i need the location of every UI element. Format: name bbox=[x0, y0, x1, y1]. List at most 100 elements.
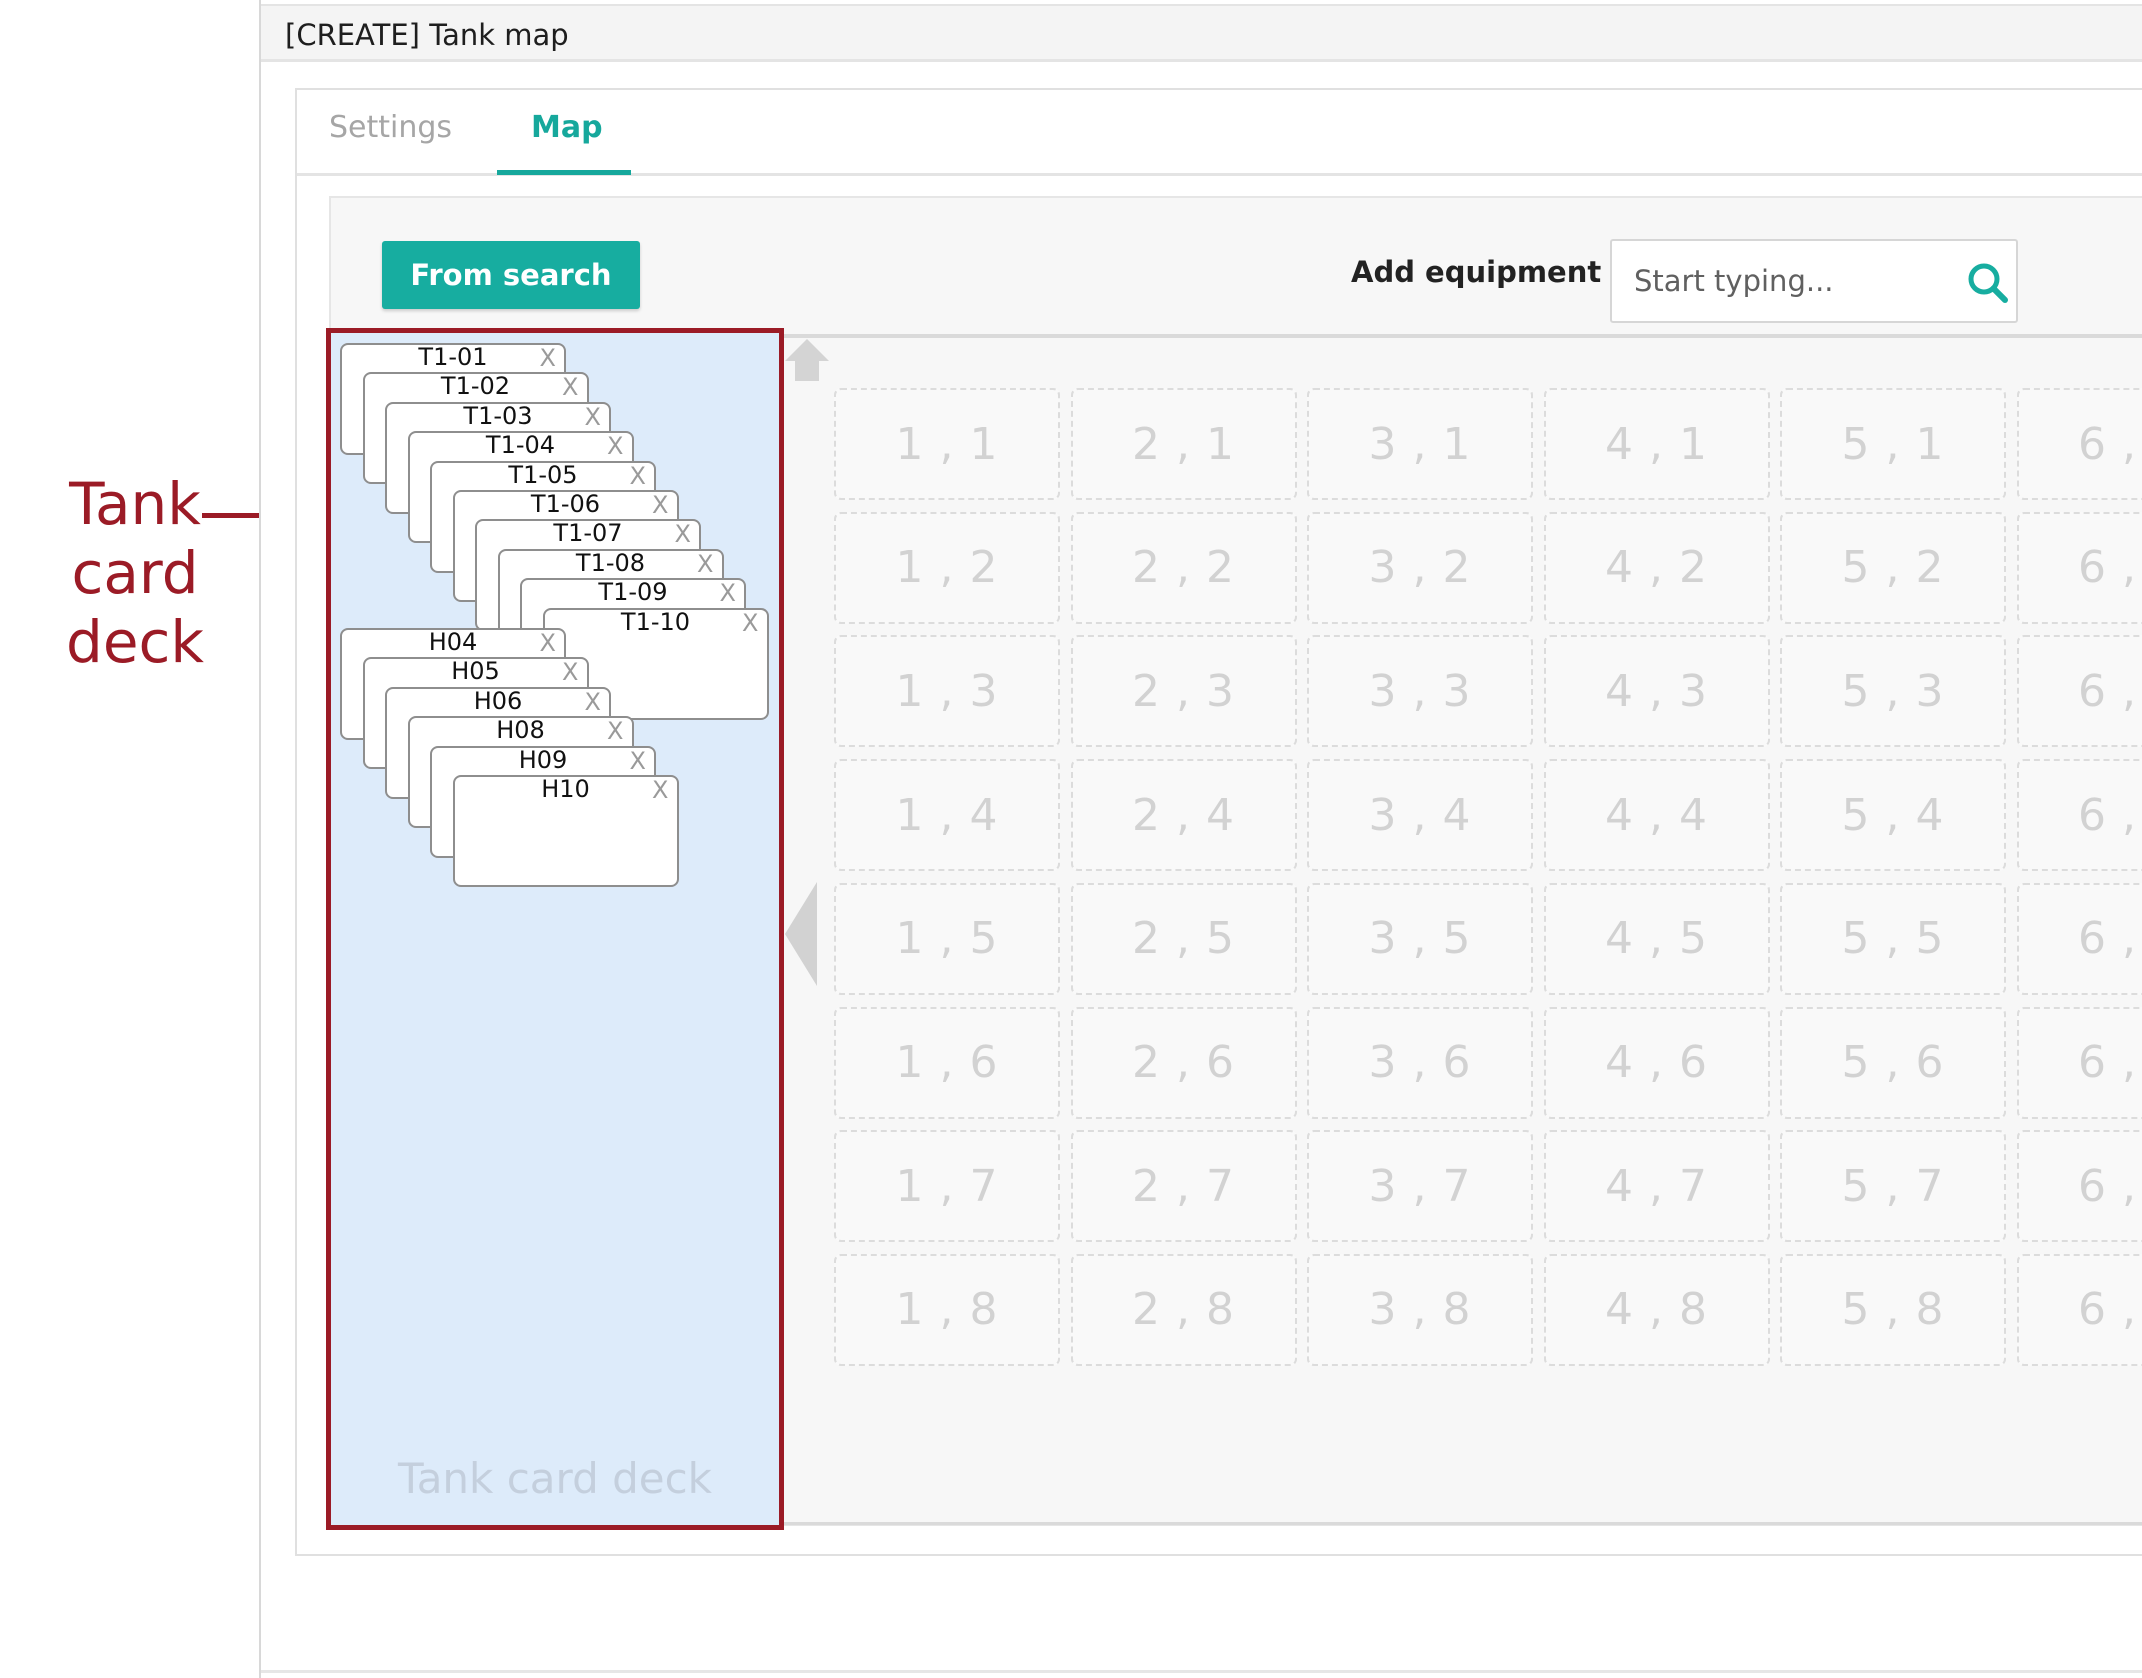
map-slot[interactable]: 4 , 3 bbox=[1543, 635, 1770, 748]
remove-card-icon[interactable]: X bbox=[742, 609, 758, 637]
map-slot[interactable]: 2 , 8 bbox=[1070, 1253, 1297, 1366]
map-slot[interactable]: 4 , 4 bbox=[1543, 759, 1770, 872]
remove-card-icon[interactable]: X bbox=[630, 747, 646, 775]
tank-card-name: T1-07 bbox=[553, 519, 623, 548]
map-slot[interactable]: 1 , 4 bbox=[834, 759, 1060, 872]
tank-card-name: H05 bbox=[451, 657, 500, 686]
map-slot[interactable]: 3 , 6 bbox=[1307, 1006, 1533, 1119]
remove-card-icon[interactable]: X bbox=[630, 462, 646, 490]
map-slot[interactable]: 5 , 7 bbox=[1780, 1130, 2006, 1243]
map-slot[interactable]: 1 , 1 bbox=[834, 388, 1060, 500]
from-search-button[interactable]: From search bbox=[382, 241, 640, 309]
tank-card-deck[interactable]: Tank card deck T1-01 X T1-02 X T1-03 X T1-04 X T… bbox=[326, 328, 784, 1530]
map-slot[interactable]: 4 , 1 bbox=[1543, 388, 1770, 500]
map-slot[interactable]: 4 , 7 bbox=[1543, 1130, 1770, 1243]
map-slot[interactable]: 1 , 2 bbox=[834, 511, 1060, 624]
remove-card-icon[interactable]: X bbox=[540, 344, 556, 372]
annotation-line-1: Tank bbox=[69, 470, 201, 538]
map-slot[interactable]: 1 , 7 bbox=[834, 1130, 1060, 1243]
remove-card-icon[interactable]: X bbox=[652, 776, 668, 804]
map-slot[interactable]: 6 , 1 bbox=[2016, 388, 2142, 500]
map-slot[interactable]: 6 , 4 bbox=[2016, 759, 2142, 872]
map-slot[interactable]: 4 , 6 bbox=[1543, 1006, 1770, 1119]
map-slot[interactable]: 6 , 8 bbox=[2016, 1253, 2142, 1366]
remove-card-icon[interactable]: X bbox=[652, 491, 668, 519]
tank-card-deck-label: Tank card deck bbox=[397, 1454, 712, 1503]
map-slot[interactable]: 5 , 2 bbox=[1780, 511, 2006, 624]
map-slot[interactable]: 2 , 3 bbox=[1070, 635, 1297, 748]
map-slot[interactable]: 2 , 2 bbox=[1070, 511, 1297, 624]
collapse-deck-arrow-icon[interactable] bbox=[783, 880, 819, 988]
map-slot[interactable]: 5 , 1 bbox=[1780, 388, 2006, 500]
remove-card-icon[interactable]: X bbox=[697, 550, 713, 578]
map-slot[interactable]: 6 , 7 bbox=[2016, 1130, 2142, 1243]
map-slot[interactable]: 2 , 1 bbox=[1070, 388, 1297, 500]
tab-bar: Settings Map bbox=[297, 90, 2142, 176]
tank-card-name: T1-03 bbox=[463, 401, 533, 430]
add-equipment-search bbox=[1610, 239, 2018, 323]
tab-settings[interactable]: Settings bbox=[329, 110, 452, 145]
tank-map-grid: 1 , 12 , 13 , 14 , 15 , 16 , 1 1 , 22 , 2… bbox=[834, 388, 2142, 1388]
map-slot[interactable]: 4 , 5 bbox=[1543, 882, 1770, 995]
map-slot[interactable]: 3 , 2 bbox=[1307, 511, 1533, 624]
tank-card-name: H10 bbox=[541, 775, 590, 803]
remove-card-icon[interactable]: X bbox=[540, 629, 556, 657]
active-tab-indicator bbox=[497, 170, 631, 175]
map-slot[interactable]: 5 , 6 bbox=[1780, 1006, 2006, 1119]
tank-card[interactable]: H10 X bbox=[452, 775, 679, 887]
remove-card-icon[interactable]: X bbox=[585, 688, 601, 716]
tank-card-name: T1-01 bbox=[418, 343, 488, 371]
map-slot[interactable]: 3 , 1 bbox=[1307, 388, 1533, 500]
add-equipment-input[interactable] bbox=[1612, 241, 1952, 321]
map-slot[interactable]: 6 , 2 bbox=[2016, 511, 2142, 624]
tank-card-name: T1-02 bbox=[440, 372, 511, 401]
map-slot[interactable]: 6 , 5 bbox=[2016, 882, 2142, 995]
search-icon[interactable] bbox=[1966, 261, 2010, 305]
map-slot[interactable]: 5 , 5 bbox=[1780, 882, 2006, 995]
map-slot[interactable]: 1 , 6 bbox=[834, 1006, 1060, 1119]
tank-card-name: T1-09 bbox=[598, 578, 668, 607]
map-slot[interactable]: 4 , 8 bbox=[1543, 1253, 1770, 1366]
annotation-label: Tank card deck bbox=[40, 470, 230, 677]
window-title: [CREATE] Tank map bbox=[285, 18, 569, 52]
map-slot[interactable]: 6 , 3 bbox=[2016, 635, 2142, 748]
remove-card-icon[interactable]: X bbox=[562, 373, 578, 401]
map-slot[interactable]: 6 , 6 bbox=[2016, 1006, 2142, 1119]
map-slot[interactable]: 5 , 4 bbox=[1780, 759, 2006, 872]
remove-card-icon[interactable]: X bbox=[585, 403, 601, 431]
tank-card-name: H09 bbox=[518, 745, 568, 774]
map-slot[interactable]: 2 , 5 bbox=[1070, 882, 1297, 995]
map-slot[interactable]: 5 , 3 bbox=[1780, 635, 2006, 748]
tank-card-name: H08 bbox=[496, 716, 545, 745]
map-slot[interactable]: 1 , 3 bbox=[834, 635, 1060, 748]
tank-card-name: T1-10 bbox=[620, 607, 691, 636]
remove-card-icon[interactable]: X bbox=[607, 717, 623, 745]
home-icon[interactable] bbox=[783, 335, 831, 385]
map-slot[interactable]: 3 , 4 bbox=[1307, 759, 1533, 872]
map-slot[interactable]: 1 , 5 bbox=[834, 882, 1060, 995]
window-titlebar: [CREATE] Tank map bbox=[261, 4, 2142, 62]
map-slot[interactable]: 2 , 7 bbox=[1070, 1130, 1297, 1243]
map-slot[interactable]: 5 , 8 bbox=[1780, 1253, 2006, 1366]
map-slot[interactable]: 3 , 5 bbox=[1307, 882, 1533, 995]
tank-card-name: H04 bbox=[428, 628, 478, 656]
tank-card-name: T1-04 bbox=[485, 431, 556, 460]
remove-card-icon[interactable]: X bbox=[562, 658, 578, 686]
map-slot[interactable]: 2 , 6 bbox=[1070, 1006, 1297, 1119]
map-slot[interactable]: 1 , 8 bbox=[834, 1253, 1060, 1366]
window-bottom-border bbox=[261, 1670, 2142, 1673]
map-slot[interactable]: 3 , 7 bbox=[1307, 1130, 1533, 1243]
remove-card-icon[interactable]: X bbox=[675, 520, 691, 548]
add-equipment-label: Add equipment bbox=[1351, 255, 1602, 289]
tab-map[interactable]: Map bbox=[531, 110, 603, 145]
map-slot[interactable]: 2 , 4 bbox=[1070, 759, 1297, 872]
tank-card-name: T1-08 bbox=[575, 548, 646, 577]
remove-card-icon[interactable]: X bbox=[720, 579, 736, 607]
tank-card-name: T1-06 bbox=[530, 490, 601, 518]
tank-card-name: T1-05 bbox=[508, 460, 578, 489]
annotation-line-2: card bbox=[71, 539, 199, 607]
map-slot[interactable]: 3 , 3 bbox=[1307, 635, 1533, 748]
map-slot[interactable]: 3 , 8 bbox=[1307, 1253, 1533, 1366]
map-slot[interactable]: 4 , 2 bbox=[1543, 511, 1770, 624]
remove-card-icon[interactable]: X bbox=[607, 432, 623, 460]
